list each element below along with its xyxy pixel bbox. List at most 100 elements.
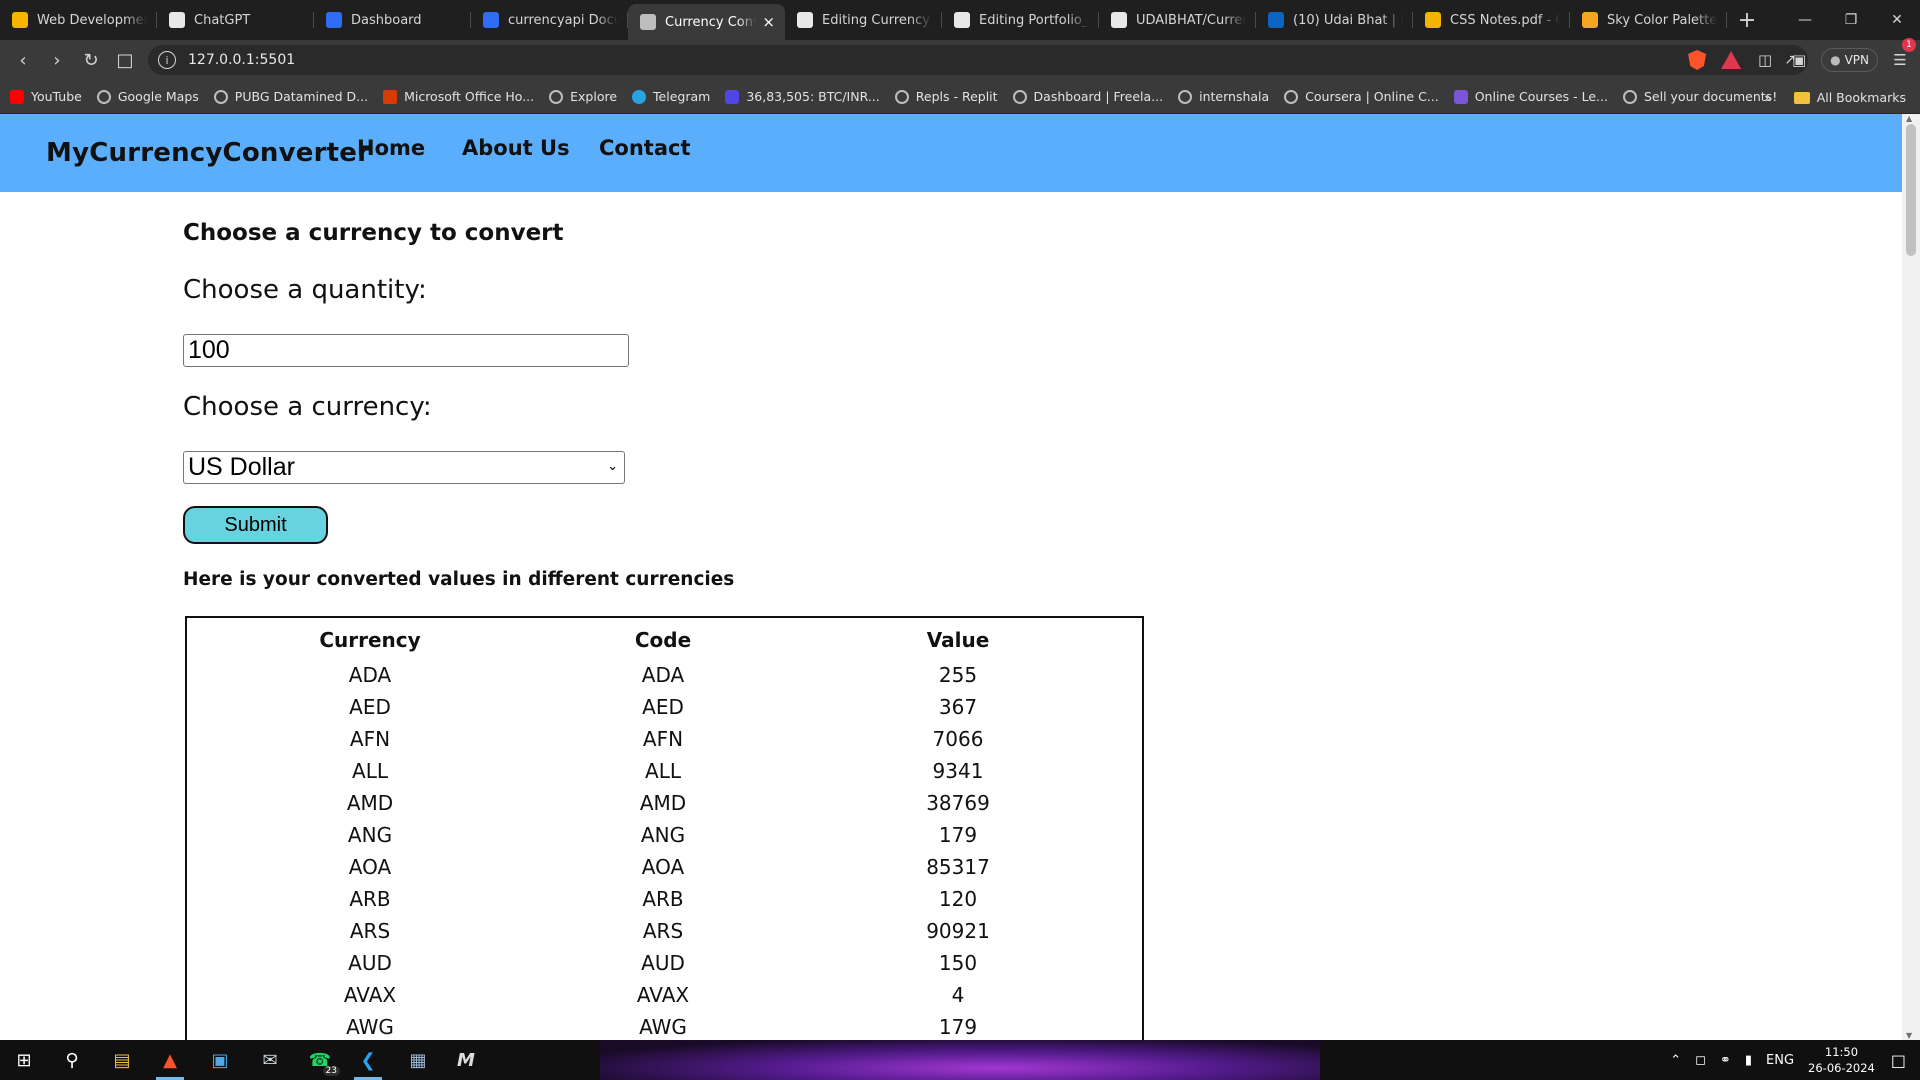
tab-label: Editing Currency_Co <box>822 12 932 28</box>
bookmark-item[interactable]: Online Courses - Le... <box>1453 89 1608 104</box>
tab-label: CSS Notes.pdf - Goo <box>1450 12 1560 28</box>
network-icon[interactable]: ◻ <box>1695 1053 1706 1068</box>
table-cell: ARB <box>349 887 391 911</box>
bookmark-item[interactable]: Telegram <box>632 89 710 104</box>
table-cell: ANG <box>640 823 686 847</box>
table-cell: 9341 <box>932 759 984 783</box>
bookmark-list: YouTube Google Maps PUBG Datamined D... Mic… <box>10 89 1792 104</box>
new-tab-button[interactable]: + <box>1727 0 1767 40</box>
globe-icon <box>1012 89 1027 104</box>
browser-tab[interactable]: CSS Notes.pdf - Goo <box>1413 0 1570 40</box>
wallet-icon[interactable]: ▣ <box>1787 48 1811 72</box>
page-scrollbar[interactable]: ▲ ▼ <box>1902 114 1920 1040</box>
browser-tab[interactable]: Editing Currency_Co <box>785 0 942 40</box>
table-cell: AWG <box>639 1015 687 1039</box>
bookmark-item[interactable]: Sell your documents! <box>1622 89 1777 104</box>
udemy-icon <box>1453 89 1468 104</box>
office-app-icon[interactable]: ▦ <box>394 1040 442 1080</box>
bookmark-item[interactable]: Coursera | Online C... <box>1284 89 1439 104</box>
vscode-icon[interactable]: ❮ <box>344 1040 392 1080</box>
bookmark-item[interactable]: Dashboard | Freela... <box>1012 89 1163 104</box>
table-cell: AWG <box>346 1015 394 1039</box>
restore-button[interactable]: ❐ <box>1828 0 1874 40</box>
browser-toolbar: ‹ › ↻ □ i 127.0.0.1:5501 ↗ 1 ◫ ▣ ● VPN ☰ <box>0 38 1920 80</box>
browser-tab[interactable]: Currency Conver × <box>628 4 785 40</box>
mail-icon[interactable]: ✉ <box>246 1040 294 1080</box>
submit-button[interactable]: Submit <box>183 506 328 544</box>
language-indicator[interactable]: ENG <box>1766 1053 1794 1068</box>
table-cell: AMD <box>639 791 687 815</box>
browser-tab[interactable]: Editing Portfolio_uda <box>942 0 1099 40</box>
browser-tab[interactable]: Sky Color Palettes - C <box>1570 0 1727 40</box>
clock[interactable]: 11:50 26-06-2024 <box>1808 1044 1875 1076</box>
bookmark-item[interactable]: Explore <box>549 89 617 104</box>
more-bookmarks-icon[interactable]: » <box>1764 90 1772 105</box>
browser-tab[interactable]: (10) Udai Bhat | Linke <box>1256 0 1413 40</box>
brave-shield-icon[interactable] <box>1685 48 1709 72</box>
chatgpt-icon <box>169 12 185 28</box>
table-cell: 150 <box>938 951 978 975</box>
globe-icon <box>640 14 656 30</box>
bookmark-item[interactable]: internshala <box>1178 89 1269 104</box>
close-tab-icon[interactable]: × <box>762 13 775 31</box>
clock-time: 11:50 <box>1824 1045 1859 1059</box>
table-cell: AVAX <box>636 983 690 1007</box>
browser-tab[interactable]: Web Development T <box>0 0 157 40</box>
table-cell: 255 <box>938 663 978 687</box>
brave-browser-icon[interactable]: ▲ <box>146 1040 194 1080</box>
browser-tab[interactable]: currencyapi Docume <box>471 0 628 40</box>
back-button[interactable]: ‹ <box>6 44 40 76</box>
globe-icon <box>1284 89 1299 104</box>
table-cell: AED <box>642 695 684 719</box>
brave-rewards-icon[interactable]: 1 <box>1719 38 1916 72</box>
windows-start-icon[interactable]: ⊞ <box>0 1040 48 1080</box>
bookmark-item[interactable]: Microsoft Office Ho... <box>383 89 534 104</box>
bookmark-item[interactable]: Repls - Replit <box>894 89 998 104</box>
sidebar-icon[interactable]: ◫ <box>1753 48 1777 72</box>
notifications-icon[interactable]: □ <box>1891 1051 1906 1070</box>
nav-home-link[interactable]: Home <box>357 136 425 160</box>
screen-tool-icon[interactable]: ▣ <box>196 1040 244 1080</box>
bookmark-item[interactable]: 36,83,505: BTC/INR... <box>725 89 880 104</box>
browser-tab[interactable]: ChatGPT <box>157 0 314 40</box>
forward-button[interactable]: › <box>40 44 74 76</box>
quantity-label: Choose a quantity: <box>183 275 427 305</box>
file-explorer-icon[interactable]: ▤ <box>98 1040 146 1080</box>
scroll-up-icon[interactable]: ▲ <box>1906 114 1912 123</box>
result-heading: Here is your converted values in differe… <box>183 569 735 590</box>
close-window-button[interactable]: ✕ <box>1874 0 1920 40</box>
table-cell: AMD <box>346 791 394 815</box>
bookmark-item[interactable]: PUBG Datamined D... <box>213 89 368 104</box>
wifi-icon[interactable]: ⚭ <box>1720 1053 1731 1068</box>
nav-contact-link[interactable]: Contact <box>599 136 691 160</box>
browser-tab[interactable]: UDAIBHAT/Currency <box>1099 0 1256 40</box>
quantity-input[interactable]: 100 <box>183 334 629 367</box>
battery-icon[interactable]: ▮ <box>1745 1053 1752 1068</box>
whatsapp-icon[interactable]: ☎ 23 <box>296 1040 344 1080</box>
scroll-down-icon[interactable]: ▼ <box>1906 1031 1912 1040</box>
site-info-icon[interactable]: i <box>158 51 176 69</box>
bookmark-item[interactable]: Google Maps <box>96 89 199 104</box>
github-icon <box>1111 12 1127 28</box>
vpn-button[interactable]: ● VPN <box>1821 48 1878 72</box>
bookmark-label: internshala <box>1199 89 1270 104</box>
linkedin-icon <box>1268 12 1284 28</box>
scrollbar-thumb[interactable] <box>1906 124 1916 256</box>
address-bar[interactable]: i 127.0.0.1:5501 ↗ <box>148 45 1808 75</box>
site-brand[interactable]: MyCurrencyConverter <box>46 138 370 168</box>
reload-button[interactable]: ↻ <box>74 44 108 76</box>
bookmark-item[interactable]: YouTube <box>10 89 82 104</box>
tray-chevron-icon[interactable]: ⌃ <box>1670 1053 1681 1068</box>
nav-about-link[interactable]: About Us <box>462 136 570 160</box>
currency-select[interactable]: US Dollar ⌄ <box>183 451 625 484</box>
m-app-icon[interactable]: M <box>442 1040 490 1080</box>
bookmark-icon[interactable]: □ <box>108 44 142 76</box>
table-cell: ARS <box>642 919 684 943</box>
minimize-button[interactable]: — <box>1782 0 1828 40</box>
browser-tab[interactable]: Dashboard <box>314 0 471 40</box>
tab-list: Web Development T ChatGPT Dashboard currenc… <box>0 0 1727 40</box>
search-icon[interactable]: ⚲ <box>48 1040 96 1080</box>
table-cell: ANG <box>347 823 393 847</box>
all-bookmarks-button[interactable]: All Bookmarks <box>1793 90 1906 105</box>
tab-label: (10) Udai Bhat | Linke <box>1293 12 1403 28</box>
